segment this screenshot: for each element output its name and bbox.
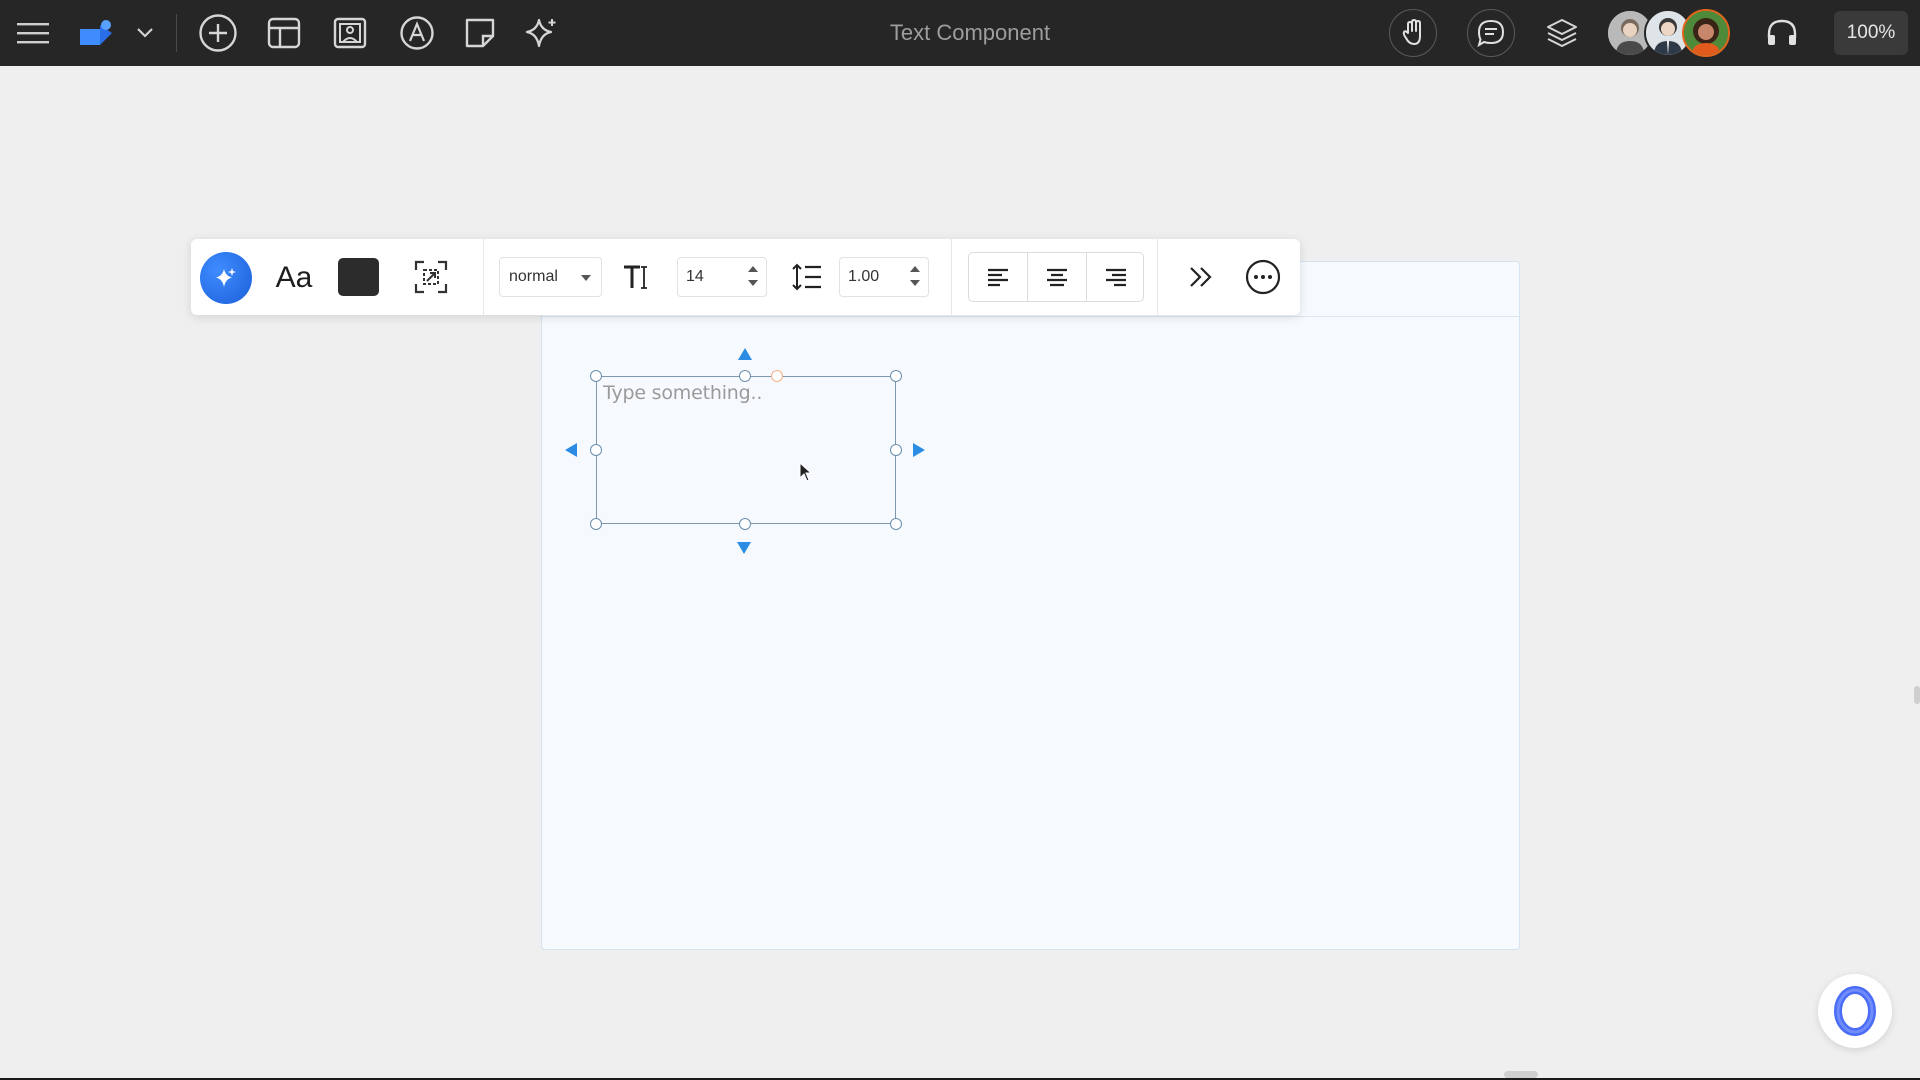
resize-handle-top-right[interactable] [890, 370, 902, 382]
sparkle-icon[interactable] [522, 13, 562, 53]
arrow-left-icon[interactable] [565, 443, 577, 457]
ai-assist-button[interactable] [200, 252, 252, 304]
text-format-toolbar: Aa normal [191, 239, 1300, 315]
line-height-arrows[interactable] [908, 264, 922, 290]
resize-handle-bottom[interactable] [739, 518, 751, 530]
more-tools-button[interactable] [1181, 257, 1221, 297]
assistant-logo-icon [1834, 986, 1876, 1036]
rotate-handle[interactable] [771, 370, 783, 382]
line-height-input[interactable] [848, 258, 898, 296]
align-right-icon [1105, 268, 1126, 287]
font-size-icon [619, 259, 655, 295]
image-icon[interactable] [330, 13, 370, 53]
caret-down-icon [581, 275, 591, 281]
menu-icon[interactable] [13, 13, 53, 53]
pen-icon[interactable] [397, 13, 437, 53]
headphones-icon[interactable] [1762, 13, 1802, 53]
resize-handle-top-left[interactable] [590, 370, 602, 382]
sparkle-icon [216, 268, 236, 287]
resize-handle-bottom-left[interactable] [590, 518, 602, 530]
arrow-down-icon[interactable] [737, 542, 751, 554]
mouse-cursor-icon [799, 462, 813, 482]
increment-icon[interactable] [748, 266, 758, 272]
sticky-note-icon[interactable] [460, 13, 500, 53]
resize-frame-icon [414, 260, 448, 294]
line-height-stepper[interactable] [839, 257, 929, 297]
document-title: Text Component [889, 20, 1051, 45]
font-size-input[interactable] [686, 258, 736, 296]
toolbar-separator [483, 239, 484, 315]
align-right-button[interactable] [1086, 253, 1143, 301]
text-placeholder[interactable]: Type something.. [603, 382, 762, 404]
decrement-icon[interactable] [910, 280, 920, 286]
font-weight-select[interactable]: normal [499, 257, 602, 297]
ellipsis-circle-icon [1245, 259, 1281, 295]
collaborator-avatars[interactable] [1606, 9, 1736, 57]
font-size-stepper[interactable] [677, 257, 767, 297]
align-center-button[interactable] [1027, 253, 1085, 301]
topbar-divider [176, 14, 177, 52]
assistant-button[interactable] [1818, 974, 1892, 1048]
comment-icon [1477, 19, 1505, 48]
font-family-button[interactable]: Aa [269, 253, 319, 303]
line-height-icon [789, 259, 825, 295]
hand-tool-button[interactable] [1389, 9, 1437, 57]
resize-handle-right[interactable] [890, 444, 902, 456]
font-size-arrows[interactable] [746, 264, 760, 290]
font-weight-value: normal [509, 268, 558, 285]
top-bar: Text Component 100% [0, 0, 1920, 66]
text-color-swatch[interactable] [338, 258, 379, 296]
resize-handle-left[interactable] [590, 444, 602, 456]
layers-icon[interactable] [1542, 13, 1582, 53]
more-options-button[interactable] [1242, 256, 1284, 298]
align-left-button[interactable] [969, 253, 1027, 301]
arrow-right-icon[interactable] [913, 443, 925, 457]
resize-handle-bottom-right[interactable] [890, 518, 902, 530]
hand-icon [1402, 19, 1421, 46]
align-center-icon [1046, 268, 1067, 287]
chevron-down-icon[interactable] [125, 13, 165, 53]
add-circle-icon[interactable] [198, 13, 238, 53]
comments-button[interactable] [1467, 9, 1515, 57]
layout-icon[interactable] [264, 13, 304, 53]
align-left-icon [988, 268, 1008, 287]
double-chevron-right-icon [1190, 267, 1212, 287]
canvas-frame[interactable] [541, 261, 1520, 950]
horizontal-scrollbar[interactable] [1504, 1071, 1538, 1078]
toolbar-separator [951, 239, 952, 315]
text-component[interactable]: Type something.. [596, 376, 896, 524]
decrement-icon[interactable] [748, 280, 758, 286]
increment-icon[interactable] [910, 266, 920, 272]
avatar[interactable] [1682, 9, 1730, 57]
text-align-group [968, 252, 1144, 302]
vertical-scrollbar[interactable] [1914, 686, 1920, 704]
zoom-level-button[interactable]: 100% [1834, 11, 1908, 55]
text-bounds-button[interactable] [411, 257, 451, 297]
resize-handle-top[interactable] [739, 370, 751, 382]
toolbar-separator [1157, 239, 1158, 315]
arrow-up-icon[interactable] [738, 348, 752, 360]
shapes-logo-icon[interactable] [78, 13, 118, 53]
